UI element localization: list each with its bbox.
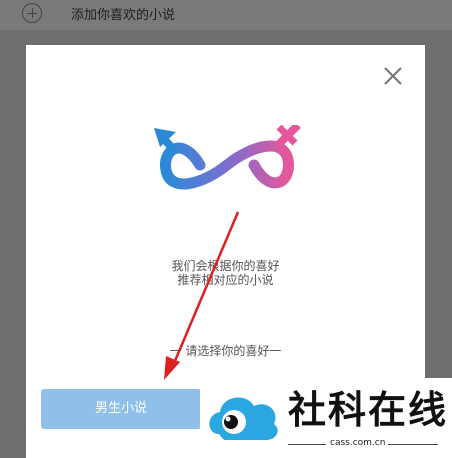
gender-infinity-logo-icon (154, 125, 301, 190)
description-line-2: 推荐相对应的小说 (177, 273, 274, 287)
watermark-url: cass.com.cn (330, 438, 386, 448)
watermark: 社科在线 cass.com.cn (200, 378, 452, 458)
top-bar: 添加你喜欢的小说 (0, 0, 452, 30)
add-favorite-label[interactable]: 添加你喜欢的小说 (71, 4, 175, 23)
cloud-logo-icon (209, 397, 278, 440)
male-novel-button[interactable]: 男生小说 (41, 389, 201, 429)
divider (388, 444, 438, 445)
watermark-title: 社科在线 (288, 388, 449, 432)
add-icon[interactable] (22, 3, 42, 23)
select-hint: 一 请选择你的喜好一 (169, 344, 282, 358)
close-icon[interactable] (382, 65, 404, 87)
divider (288, 444, 326, 445)
